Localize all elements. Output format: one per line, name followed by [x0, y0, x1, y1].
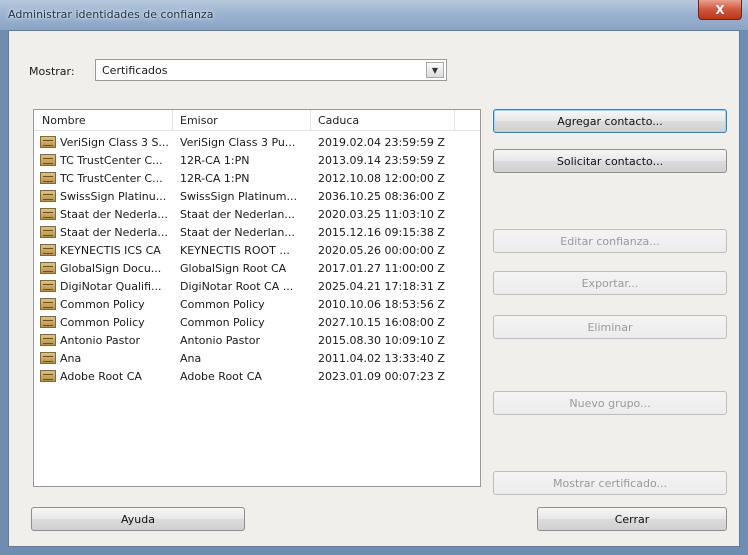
table-row[interactable]: Staat der Nederla... Staat der Nederlan..…: [34, 206, 480, 224]
table-row[interactable]: Antonio Pastor Antonio Pastor 2015.08.30 1…: [34, 332, 480, 350]
table-row[interactable]: Staat der Nederla... Staat der Nederlan..…: [34, 224, 480, 242]
table-row[interactable]: VeriSign Class 3 S... VeriSign Class 3 Pu…: [34, 134, 480, 152]
identities-list[interactable]: Nombre Emisor Caduca VeriSign Class 3 S.…: [33, 109, 481, 487]
cell-issuer: VeriSign Class 3 Pu...: [180, 136, 296, 149]
cell-expires: 2023.01.09 00:07:23 Z: [318, 370, 445, 383]
cell-issuer: 12R-CA 1:PN: [180, 172, 250, 185]
cell-expires: 2011.04.02 13:33:40 Z: [318, 352, 445, 365]
cell-expires: 2019.02.04 23:59:59 Z: [318, 136, 445, 149]
certificate-icon: [40, 334, 56, 346]
column-header-issuer[interactable]: Emisor: [180, 114, 218, 127]
cell-name: KEYNECTIS ICS CA: [60, 244, 161, 257]
close-icon: X: [715, 2, 725, 17]
certificate-icon: [40, 226, 56, 238]
table-row[interactable]: Ana Ana 2011.04.02 13:33:40 Z: [34, 350, 480, 368]
cell-name: TC TrustCenter C...: [60, 154, 163, 167]
table-row[interactable]: Common Policy Common Policy 2010.10.06 18:…: [34, 296, 480, 314]
cell-issuer: DigiNotar Root CA ...: [180, 280, 294, 293]
cell-issuer: GlobalSign Root CA: [180, 262, 287, 275]
cell-expires: 2020.03.25 11:03:10 Z: [318, 208, 445, 221]
title-bar[interactable]: Administrar identidades de confianza X: [0, 0, 748, 30]
chevron-down-icon[interactable]: ▼: [426, 62, 444, 78]
table-row[interactable]: TC TrustCenter C... 12R-CA 1:PN 2012.10.08…: [34, 170, 480, 188]
cell-name: Staat der Nederla...: [60, 208, 168, 221]
filter-label: Mostrar:: [29, 65, 75, 78]
table-row[interactable]: TC TrustCenter C... 12R-CA 1:PN 2013.09.14…: [34, 152, 480, 170]
cell-issuer: Adobe Root CA: [180, 370, 262, 383]
cell-name: Staat der Nederla...: [60, 226, 168, 239]
window-title: Administrar identidades de confianza: [8, 8, 214, 21]
cell-name: Common Policy: [60, 316, 145, 329]
add-contact-button[interactable]: Agregar contacto...: [493, 109, 727, 133]
cell-issuer: Staat der Nederlan...: [180, 226, 295, 239]
new-group-button[interactable]: Nuevo grupo...: [493, 391, 727, 415]
column-divider[interactable]: [310, 110, 311, 130]
cell-expires: 2036.10.25 08:36:00 Z: [318, 190, 445, 203]
column-divider[interactable]: [454, 110, 455, 130]
certificate-icon: [40, 190, 56, 202]
cell-issuer: KEYNECTIS ROOT ...: [180, 244, 290, 257]
certificate-icon: [40, 370, 56, 382]
cell-expires: 2013.09.14 23:59:59 Z: [318, 154, 445, 167]
cell-name: Ana: [60, 352, 82, 365]
certificate-icon: [40, 352, 56, 364]
cell-expires: 2027.10.15 16:08:00 Z: [318, 316, 445, 329]
close-button[interactable]: Cerrar: [537, 507, 727, 531]
dialog-window: Administrar identidades de confianza X M…: [0, 0, 748, 555]
cell-issuer: Staat der Nederlan...: [180, 208, 295, 221]
request-contact-button[interactable]: Solicitar contacto...: [493, 149, 727, 173]
cell-name: Common Policy: [60, 298, 145, 311]
filter-selected-value: Certificados: [102, 64, 168, 77]
cell-expires: 2015.08.30 10:09:10 Z: [318, 334, 445, 347]
table-row[interactable]: SwissSign Platinu... SwissSign Platinum..…: [34, 188, 480, 206]
column-header-name[interactable]: Nombre: [42, 114, 86, 127]
close-window-button[interactable]: X: [698, 0, 742, 20]
filter-dropdown[interactable]: Certificados ▼: [95, 59, 447, 81]
certificate-icon: [40, 316, 56, 328]
certificate-icon: [40, 136, 56, 148]
table-row[interactable]: GlobalSign Docu... GlobalSign Root CA 2017…: [34, 260, 480, 278]
cell-issuer: SwissSign Platinum...: [180, 190, 297, 203]
cell-name: DigiNotar Qualifi...: [60, 280, 162, 293]
table-row[interactable]: KEYNECTIS ICS CA KEYNECTIS ROOT ... 2020.0…: [34, 242, 480, 260]
delete-button[interactable]: Eliminar: [493, 315, 727, 339]
table-row[interactable]: Common Policy Common Policy 2027.10.15 16:…: [34, 314, 480, 332]
cell-expires: 2017.01.27 11:00:00 Z: [318, 262, 445, 275]
column-divider[interactable]: [172, 110, 173, 130]
cell-issuer: 12R-CA 1:PN: [180, 154, 250, 167]
dialog-body: Mostrar: Certificados ▼ Nombre Emisor Ca…: [8, 30, 740, 547]
certificate-icon: [40, 154, 56, 166]
certificate-icon: [40, 172, 56, 184]
show-certificate-button[interactable]: Mostrar certificado...: [493, 471, 727, 495]
cell-issuer: Antonio Pastor: [180, 334, 260, 347]
cell-expires: 2012.10.08 12:00:00 Z: [318, 172, 445, 185]
help-button[interactable]: Ayuda: [31, 507, 245, 531]
column-header-expires[interactable]: Caduca: [318, 114, 359, 127]
cell-name: VeriSign Class 3 S...: [60, 136, 169, 149]
table-row[interactable]: Adobe Root CA Adobe Root CA 2023.01.09 00:…: [34, 368, 480, 386]
table-row[interactable]: DigiNotar Qualifi... DigiNotar Root CA ..…: [34, 278, 480, 296]
cell-expires: 2020.05.26 00:00:00 Z: [318, 244, 445, 257]
certificate-icon: [40, 208, 56, 220]
certificate-icon: [40, 244, 56, 256]
certificate-icon: [40, 298, 56, 310]
certificate-icon: [40, 262, 56, 274]
cell-issuer: Ana: [180, 352, 202, 365]
cell-name: Adobe Root CA: [60, 370, 142, 383]
cell-name: GlobalSign Docu...: [60, 262, 162, 275]
edit-trust-button[interactable]: Editar confianza...: [493, 229, 727, 253]
cell-name: Antonio Pastor: [60, 334, 140, 347]
cell-name: SwissSign Platinu...: [60, 190, 167, 203]
certificate-icon: [40, 280, 56, 292]
cell-name: TC TrustCenter C...: [60, 172, 163, 185]
cell-expires: 2015.12.16 09:15:38 Z: [318, 226, 445, 239]
cell-expires: 2025.04.21 17:18:31 Z: [318, 280, 445, 293]
list-header: Nombre Emisor Caduca: [34, 110, 480, 131]
cell-expires: 2010.10.06 18:53:56 Z: [318, 298, 445, 311]
cell-issuer: Common Policy: [180, 298, 265, 311]
cell-issuer: Common Policy: [180, 316, 265, 329]
export-button[interactable]: Exportar...: [493, 271, 727, 295]
